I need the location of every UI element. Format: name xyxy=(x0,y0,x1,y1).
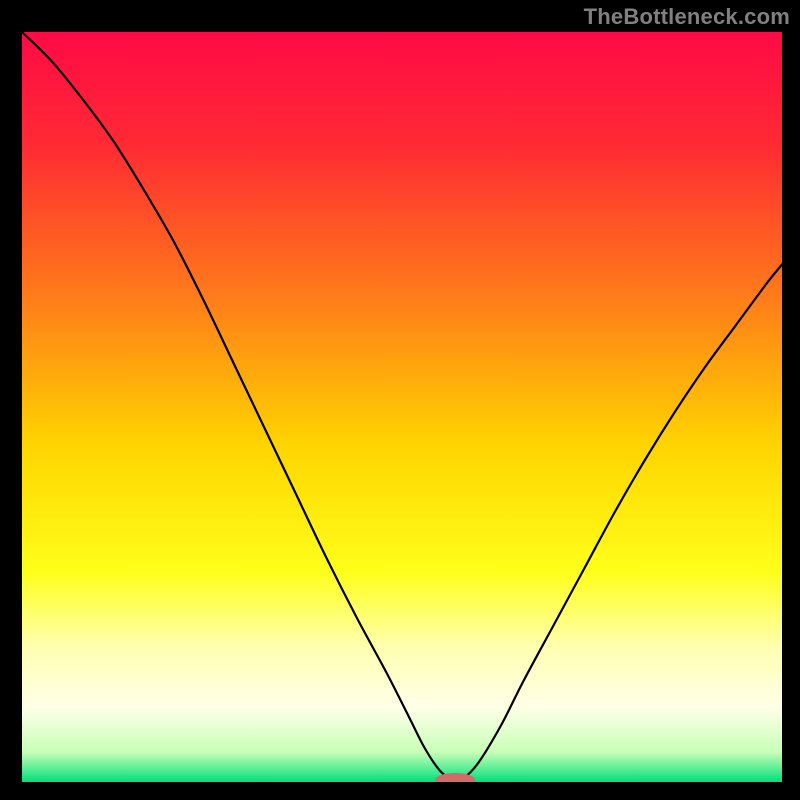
plot-area xyxy=(22,32,782,782)
plot-svg xyxy=(22,32,782,782)
chart-frame: TheBottleneck.com xyxy=(0,0,800,800)
gradient-background xyxy=(22,32,782,782)
watermark-text: TheBottleneck.com xyxy=(584,4,790,30)
